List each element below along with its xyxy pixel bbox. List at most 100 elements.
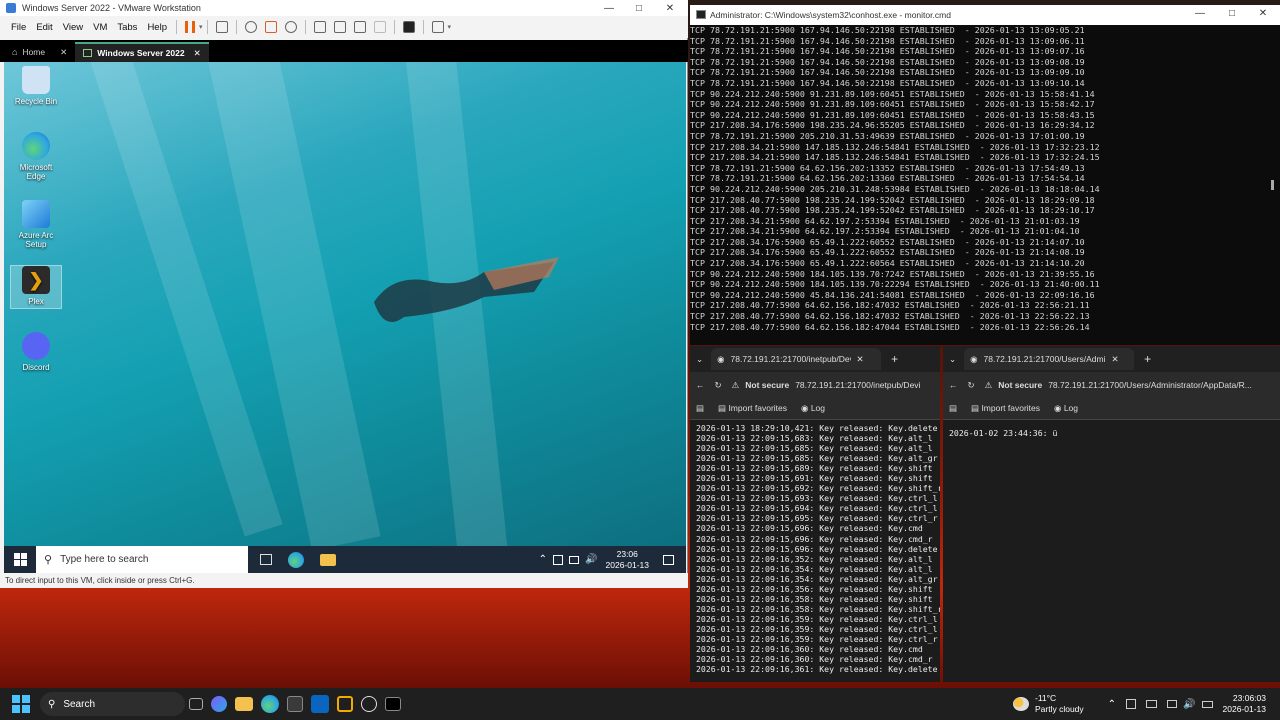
chevron-down-icon[interactable]: ▾ [448, 23, 452, 31]
volume-icon[interactable]: 🔊 [585, 554, 597, 565]
minimize-button[interactable]: — [594, 0, 624, 16]
volume-icon[interactable]: 🔊 [1183, 699, 1195, 710]
log-link[interactable]: ◉ Log [1054, 403, 1078, 414]
import-favorites-button[interactable]: ▤ Import favorites [971, 403, 1040, 414]
start-button[interactable] [12, 695, 30, 713]
send-ctrl-alt-del-icon[interactable] [215, 21, 228, 33]
close-icon[interactable]: ✕ [194, 48, 201, 59]
store-icon[interactable] [287, 696, 303, 712]
menu-vm[interactable]: VM [88, 22, 112, 33]
network-icon[interactable] [569, 555, 580, 564]
menu-edit[interactable]: Edit [31, 22, 57, 33]
desktop-icon-discord[interactable]: Discord [10, 332, 62, 372]
github-icon[interactable] [361, 696, 377, 712]
import-favorites-button[interactable]: ▤ Import favorites [718, 403, 787, 414]
outlook-icon[interactable] [311, 695, 329, 713]
weather-widget[interactable]: -11°C Partly cloudy [1013, 693, 1084, 715]
tray-icon[interactable] [553, 554, 564, 565]
desktop-icon-recycle-bin[interactable]: Recycle Bin [10, 66, 62, 106]
network-icon[interactable] [1167, 700, 1178, 708]
pause-icon[interactable] [184, 21, 195, 33]
tab-actions-icon[interactable]: ⌄ [696, 354, 703, 365]
thumbnail-view-icon[interactable] [333, 21, 346, 33]
browser-tab[interactable]: ◉ 78.72.191.21:21700/Users/Admini ✕ [964, 348, 1135, 370]
reading-icon[interactable]: ▤ [696, 403, 704, 414]
battery-icon[interactable] [1201, 700, 1213, 708]
menu-view[interactable]: View [58, 22, 88, 33]
copilot-icon[interactable] [211, 696, 227, 712]
minimize-button[interactable]: — [1185, 5, 1215, 21]
guest-start-button[interactable] [4, 546, 36, 573]
tab-actions-icon[interactable]: ⌄ [949, 354, 956, 365]
cmd-line: TCP 217.208.34.176:5900 65.49.1.222:6055… [690, 247, 1085, 258]
log-line: 2026-01-13 22:09:16,352: Key released: K… [696, 553, 933, 564]
tray-icon[interactable] [1126, 699, 1137, 709]
menu-tabs[interactable]: Tabs [112, 22, 142, 33]
file-explorer-icon[interactable] [320, 553, 336, 566]
log-link[interactable]: ◉ Log [801, 403, 825, 414]
cmd-line: TCP 78.72.191.21:5900 205.210.31.53:4963… [690, 130, 1085, 141]
desktop-icon-plex[interactable]: ❯ Plex [10, 265, 62, 309]
close-icon[interactable]: ✕ [60, 47, 67, 58]
fullscreen-icon[interactable] [353, 21, 366, 33]
desktop-icon-label: Microsoft Edge [19, 163, 53, 181]
maximize-button[interactable]: □ [624, 0, 654, 16]
refresh-icon[interactable]: ↻ [968, 380, 975, 391]
file-explorer-icon[interactable] [235, 697, 253, 711]
new-tab-button[interactable]: + [891, 352, 898, 366]
log-line: 2026-01-13 22:09:16,359: Key released: K… [696, 613, 938, 624]
cmd-title: Administrator: C:\Windows\system32\conho… [710, 10, 951, 20]
log-line: 2026-01-13 22:09:16,354: Key released: K… [696, 563, 933, 574]
revert-snapshot-icon[interactable] [264, 21, 277, 33]
cmd-scrollbar[interactable] [1271, 180, 1274, 190]
task-view-icon[interactable] [189, 698, 203, 710]
host-clock[interactable]: 23:06:03 2026-01-13 [1223, 693, 1266, 715]
back-icon[interactable]: ← [696, 380, 705, 390]
edge-taskbar-icon[interactable] [288, 551, 304, 568]
guest-clock[interactable]: 23:06 2026-01-13 [606, 549, 649, 571]
chevron-up-icon[interactable]: ⌃ [539, 554, 547, 565]
desktop-icon-edge[interactable]: Microsoft Edge [10, 132, 62, 181]
snapshot-manager-icon[interactable] [284, 21, 297, 33]
stretch-guest-icon[interactable] [431, 21, 444, 33]
close-icon[interactable]: ✕ [857, 354, 864, 365]
cmd-line: TCP 90.224.212.240:5900 91.231.89.109:60… [690, 99, 1095, 110]
browser-tab[interactable]: ◉ 78.72.191.21:21700/inetpub/Devic ✕ [711, 348, 882, 370]
toolbar-separator [175, 20, 177, 34]
refresh-icon[interactable]: ↻ [715, 380, 722, 391]
close-button[interactable]: ✕ [655, 0, 685, 16]
console-view-icon[interactable] [402, 21, 415, 33]
maximize-button[interactable]: □ [1217, 5, 1247, 21]
notification-icon[interactable] [663, 554, 674, 565]
tab-home[interactable]: ⌂ Home ✕ [4, 42, 75, 62]
close-icon[interactable]: ✕ [1112, 354, 1119, 365]
address-field[interactable]: ⚠ Not secure 78.72.191.21:21700/inetpub/… [732, 380, 921, 391]
chevron-down-icon[interactable]: ▾ [199, 23, 203, 31]
globe-icon: ◉ [717, 353, 725, 364]
snapshot-icon[interactable] [244, 21, 257, 33]
task-view-icon[interactable] [260, 554, 272, 565]
unity-icon[interactable] [373, 21, 386, 33]
toolbar-separator [206, 20, 208, 34]
keyboard-icon[interactable] [1146, 700, 1158, 708]
host-search-box[interactable]: ⚲ Search [40, 692, 185, 716]
back-icon[interactable]: ← [949, 380, 958, 390]
close-button[interactable]: ✕ [1248, 5, 1278, 21]
desktop-icon-azure-arc[interactable]: Azure Arc Setup [10, 200, 62, 249]
sidebar-toggle-icon[interactable] [313, 21, 326, 33]
terminal-icon[interactable] [385, 697, 401, 711]
menu-file[interactable]: File [6, 22, 31, 33]
menu-help[interactable]: Help [142, 22, 172, 33]
chevron-up-icon[interactable]: ⌃ [1108, 699, 1116, 710]
edge-icon[interactable] [261, 695, 279, 713]
cmd-line: TCP 217.208.40.77:5900 198.235.24.199:52… [690, 194, 1095, 205]
guest-search-box[interactable]: ⚲ Type here to search [36, 546, 248, 573]
tab-windows-server-2022[interactable]: Windows Server 2022 ✕ [75, 42, 209, 62]
address-field[interactable]: ⚠ Not secure 78.72.191.21:21700/Users/Ad… [985, 380, 1252, 391]
reading-icon[interactable]: ▤ [949, 403, 957, 414]
cmd-line: TCP 90.224.212.240:5900 184.105.139.70:2… [690, 279, 1100, 290]
vmware-icon[interactable] [337, 696, 353, 712]
new-tab-button[interactable]: + [1144, 352, 1151, 366]
log-label: Log [1063, 403, 1078, 413]
guest-desktop[interactable]: Recycle Bin Microsoft Edge Azure Arc Set… [4, 62, 686, 546]
